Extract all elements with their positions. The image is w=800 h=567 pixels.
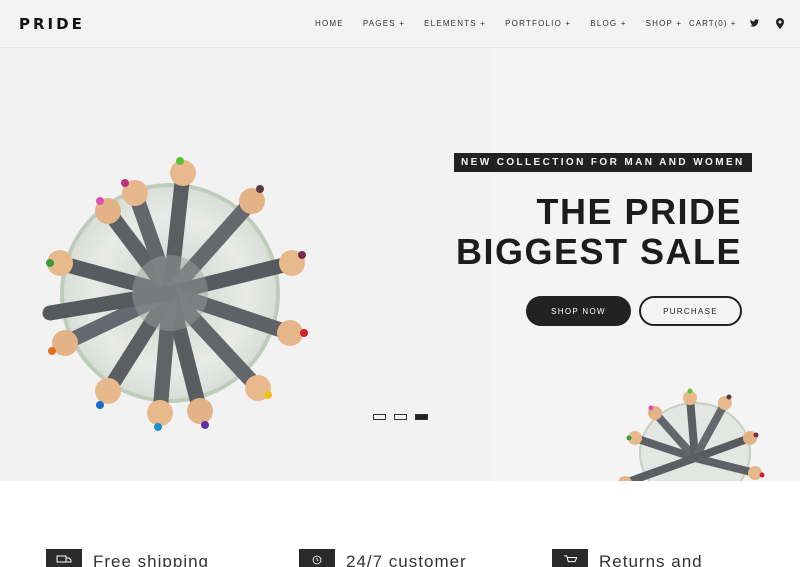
feature-customer-support: 24/7 customer [299,549,467,567]
nav-elements[interactable]: ELEMENTS + [424,19,486,28]
nav-portfolio[interactable]: PORTFOLIO + [505,19,571,28]
feature-title: 24/7 customer [346,552,467,567]
purchase-button[interactable]: PURCHASE [639,296,742,326]
hero-title: THE PRIDE BIGGEST SALE [456,192,742,272]
feature-title: Returns and [599,552,703,567]
clock-icon [299,549,335,567]
site-header: PRIDE HOME PAGES + ELEMENTS + PORTFOLIO … [0,0,800,48]
hero-tagline: NEW COLLECTION FOR MAN AND WOMEN [454,153,752,172]
slide-dot-3[interactable] [415,414,428,420]
slide-dot-1[interactable] [373,414,386,420]
truck-icon [46,549,82,567]
site-logo[interactable]: PRIDE [19,15,85,33]
slide-dot-2[interactable] [394,414,407,420]
feature-title: Free shipping [93,552,210,567]
cart-icon [552,549,588,567]
feature-free-shipping: Free shipping [46,549,209,567]
nav-home[interactable]: HOME [315,19,344,28]
nav-pages[interactable]: PAGES + [363,19,405,28]
cart-link[interactable]: CART(0) + [689,19,736,28]
main-nav: HOME PAGES + ELEMENTS + PORTFOLIO + BLOG… [315,19,701,28]
features-section: Free shipping 24/7 customer Returns and [0,481,800,567]
map-pin-icon[interactable] [773,16,787,30]
shop-now-button[interactable]: SHOP NOW [526,296,631,326]
nav-blog[interactable]: BLOG + [590,19,626,28]
slider-pagination [373,414,428,420]
pencil-cup-image [42,157,308,431]
hero-title-line1: THE PRIDE [536,191,742,232]
pencil-cup-small-image [618,388,765,481]
feature-returns: Returns and [552,549,703,567]
twitter-icon[interactable] [747,16,761,30]
nav-shop[interactable]: SHOP + [646,19,683,28]
hero-slider: NEW COLLECTION FOR MAN AND WOMEN THE PRI… [0,48,800,481]
hero-title-line2: BIGGEST SALE [455,231,742,272]
